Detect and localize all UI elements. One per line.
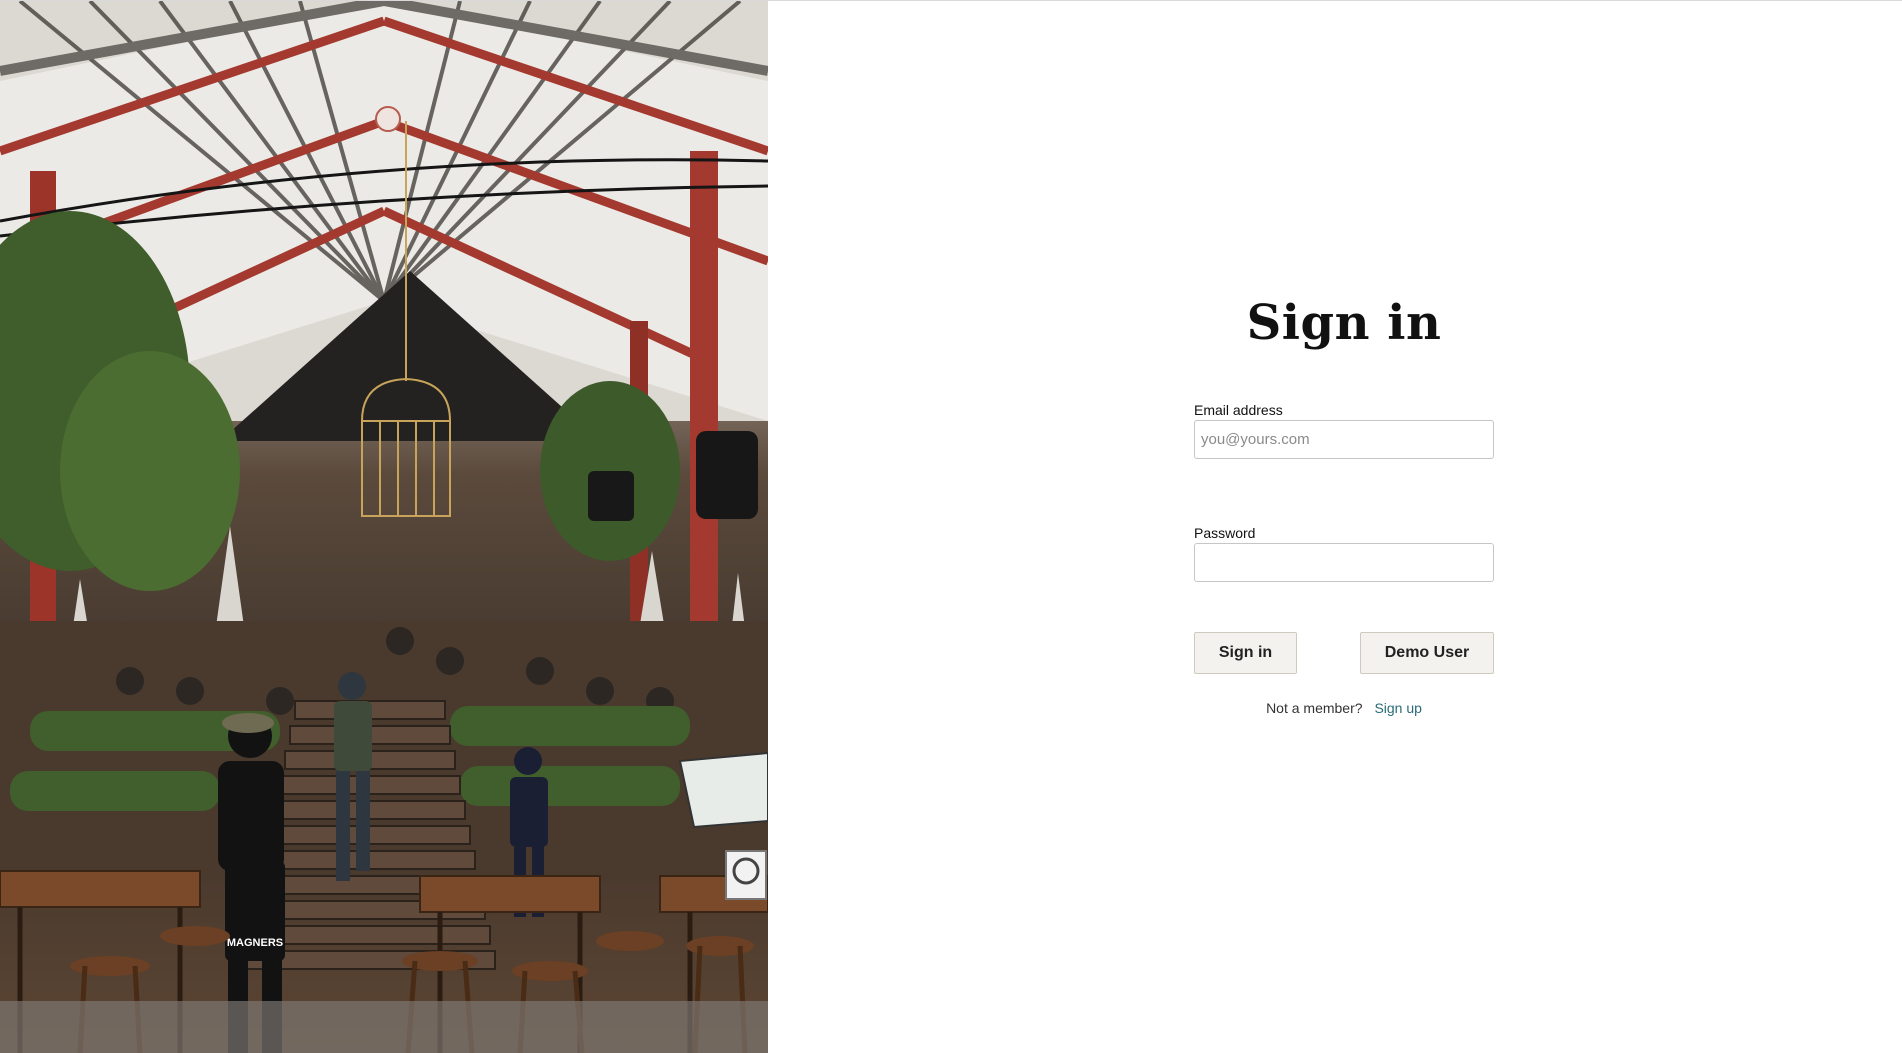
restaurant-photo: MAGNERS xyxy=(0,1,768,1053)
page-title: Sign in xyxy=(1246,295,1442,351)
demo-user-button[interactable]: Demo User xyxy=(1360,632,1494,674)
email-field[interactable] xyxy=(1194,420,1494,459)
restaurant-photo-illustration: MAGNERS xyxy=(0,1,768,1053)
sign-in-page: MAGNERS Sign in Email address you@yours.… xyxy=(0,0,1902,1053)
sign-up-link[interactable]: Sign up xyxy=(1374,700,1421,716)
password-field[interactable] xyxy=(1194,543,1494,582)
sign-in-button[interactable]: Sign in xyxy=(1194,632,1297,674)
sign-in-form: Sign in Email address Password Sign in D… xyxy=(1194,294,1494,716)
not-a-member-text: Not a member? xyxy=(1266,700,1363,716)
apron-text: MAGNERS xyxy=(227,937,283,949)
password-label: Password xyxy=(1194,525,1256,541)
signup-prompt: Not a member? Sign up xyxy=(1194,700,1494,716)
email-label: Email address xyxy=(1194,402,1283,418)
button-row: Sign in Demo User xyxy=(1194,632,1494,674)
